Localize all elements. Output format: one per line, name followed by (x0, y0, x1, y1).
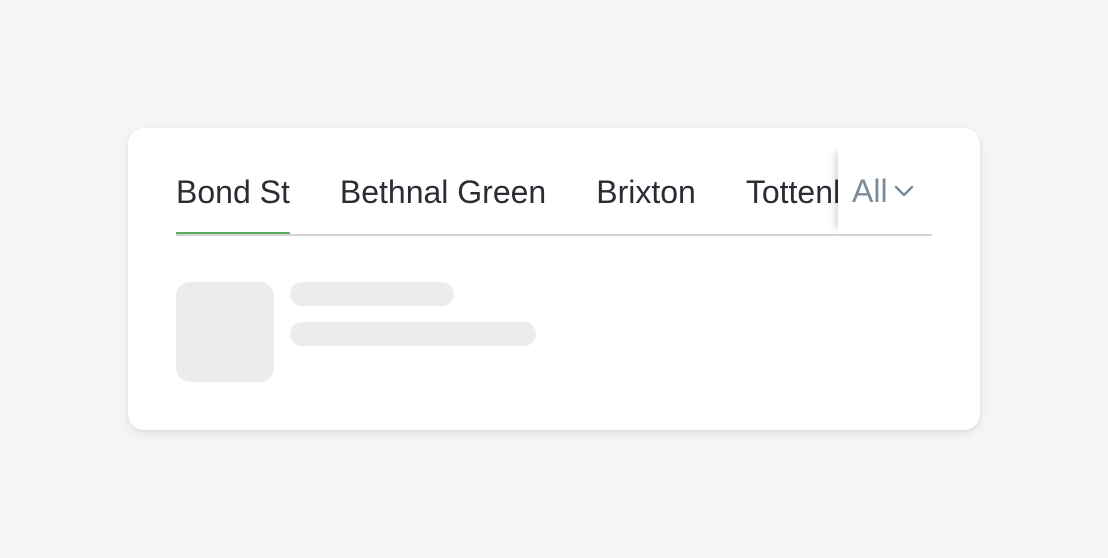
tabs-list: Bond St Bethnal Green Brixton Tottenham (176, 128, 838, 236)
all-locations-dropdown-button[interactable]: All (838, 146, 932, 234)
tab-tottenham[interactable]: Tottenham (746, 128, 838, 236)
skeleton-subtitle-line (290, 322, 536, 346)
tab-bar: Bond St Bethnal Green Brixton Tottenham … (176, 128, 932, 236)
chevron-down-icon (894, 185, 913, 197)
tab-bond-st[interactable]: Bond St (176, 128, 290, 236)
skeleton-thumbnail (176, 282, 274, 382)
tab-bethnal-green[interactable]: Bethnal Green (340, 128, 546, 236)
tab-brixton[interactable]: Brixton (596, 128, 696, 236)
location-tabs-card: Bond St Bethnal Green Brixton Tottenham … (128, 128, 980, 430)
tabs-divider (176, 234, 932, 236)
all-button-label: All (852, 172, 888, 209)
skeleton-title-line (290, 282, 454, 306)
tabs-scroll-area[interactable]: Bond St Bethnal Green Brixton Tottenham (176, 128, 838, 236)
